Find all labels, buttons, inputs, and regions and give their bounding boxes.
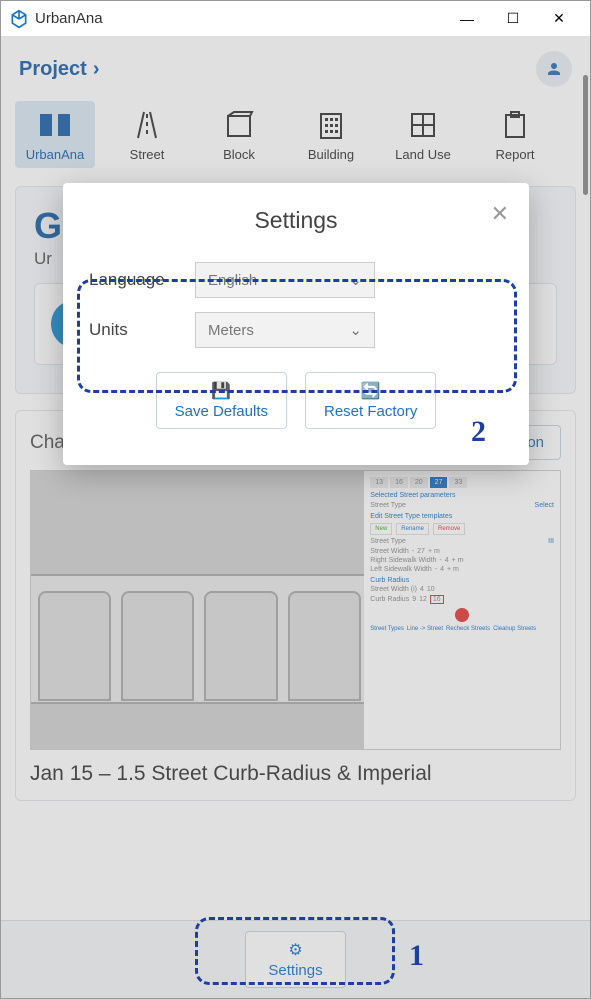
settings-label: Settings [268, 962, 322, 979]
avatar[interactable] [536, 51, 572, 87]
building-icon [313, 107, 349, 143]
titlebar-title: UrbanAna [35, 10, 444, 27]
main-tabs: UrbanAna Street Block Building Land Use … [1, 93, 590, 182]
preview-panel: 13 16 20 27 33 Selected Street parameter… [364, 471, 560, 749]
tab-street[interactable]: Street [107, 101, 187, 168]
footer: ⚙ Settings [1, 920, 590, 998]
street-icon [129, 107, 165, 143]
changelog-caption: Jan 15 – 1.5 Street Curb-Radius & Imperi… [30, 762, 561, 786]
chevron-down-icon: ⌄ [349, 321, 362, 339]
app-window: UrbanAna — ☐ ✕ Project › UrbanAna S [0, 0, 591, 999]
landuse-icon [405, 107, 441, 143]
breadcrumb[interactable]: Project › [19, 58, 99, 81]
tab-label: Building [308, 147, 354, 162]
tab-label: Land Use [395, 147, 451, 162]
changelog-card: Change logs Check Version 13 16 20 27 [15, 410, 576, 801]
tab-building[interactable]: Building [291, 101, 371, 168]
units-label: Units [89, 320, 181, 340]
tab-landuse[interactable]: Land Use [383, 101, 463, 168]
gear-icon: ⚙ [288, 940, 302, 960]
save-icon: 💾 [211, 381, 231, 401]
reset-label: Reset Factory [324, 403, 417, 420]
language-label: Language [89, 270, 181, 290]
maximize-button[interactable]: ☐ [490, 3, 536, 35]
save-defaults-button[interactable]: 💾 Save Defaults [156, 372, 287, 429]
modal-close-button[interactable]: ✕ [491, 201, 509, 227]
urbanana-icon [37, 107, 73, 143]
settings-button[interactable]: ⚙ Settings [245, 931, 345, 988]
titlebar: UrbanAna — ☐ ✕ [1, 1, 590, 37]
tab-report[interactable]: Report [475, 101, 555, 168]
block-icon [221, 107, 257, 143]
tab-label: Street [130, 147, 165, 162]
reset-factory-button[interactable]: 🔄 Reset Factory [305, 372, 436, 429]
chevron-down-icon: ⌄ [349, 271, 362, 289]
header: Project › [1, 37, 590, 93]
save-label: Save Defaults [175, 403, 268, 420]
refresh-icon: 🔄 [361, 381, 381, 401]
tab-label: Report [495, 147, 534, 162]
report-icon [497, 107, 533, 143]
tab-urbanana[interactable]: UrbanAna [15, 101, 95, 168]
close-button[interactable]: ✕ [536, 3, 582, 35]
person-icon [545, 60, 563, 78]
units-select[interactable]: Meters ⌄ [195, 312, 375, 348]
tab-label: Block [223, 147, 255, 162]
breadcrumb-label: Project [19, 58, 87, 81]
language-value: English [208, 272, 257, 289]
app-logo-icon [9, 9, 29, 29]
chevron-right-icon: › [93, 58, 100, 81]
scrollbar[interactable] [583, 75, 588, 195]
minimize-button[interactable]: — [444, 3, 490, 35]
settings-modal: ✕ Settings Language English ⌄ Units Mete… [63, 183, 529, 465]
language-select[interactable]: English ⌄ [195, 262, 375, 298]
units-value: Meters [208, 322, 254, 339]
modal-title: Settings [89, 207, 503, 234]
tab-block[interactable]: Block [199, 101, 279, 168]
changelog-preview: 13 16 20 27 33 Selected Street parameter… [30, 470, 561, 750]
tab-label: UrbanAna [26, 147, 85, 162]
